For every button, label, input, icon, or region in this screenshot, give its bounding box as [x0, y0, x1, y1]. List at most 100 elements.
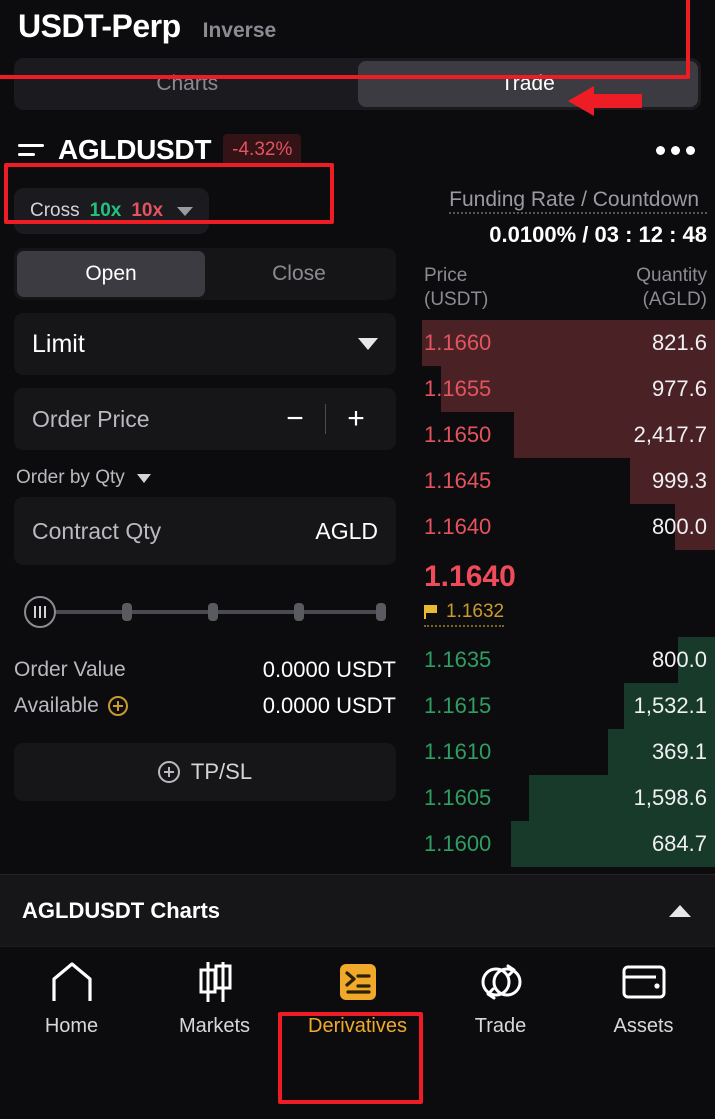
price-stepper: − +	[273, 404, 378, 434]
leverage-short-label: 10x	[131, 200, 164, 221]
bid-row[interactable]: 1.1605 1,598.6	[410, 774, 715, 821]
flag-icon	[424, 604, 439, 619]
order-value-amount: 0.0000 USDT	[262, 657, 396, 682]
charts-collapse-bar[interactable]: AGLDUSDT Charts	[0, 874, 715, 946]
contract-qty-field[interactable]: Contract Qty AGLD	[14, 497, 396, 565]
swap-icon	[478, 959, 524, 1005]
available-row: Available 0.0000 USDT	[14, 693, 396, 719]
last-price: 1.1640	[424, 559, 516, 593]
symbol-name[interactable]: AGLDUSDT	[58, 134, 211, 166]
page-title: USDT-Perp	[18, 8, 181, 44]
left-pointing-arrow	[568, 84, 642, 118]
order-quantity: 369.1	[651, 738, 707, 764]
order-price: 1.1600	[424, 830, 492, 856]
ask-row[interactable]: 1.1640 800.0	[410, 503, 715, 550]
nav-item-home[interactable]: Home	[0, 947, 143, 1049]
order-quantity: 999.3	[651, 467, 707, 493]
contract-type-label[interactable]: Inverse	[203, 19, 277, 43]
order-price: 1.1660	[424, 329, 492, 355]
order-type-select[interactable]: Limit	[14, 313, 396, 375]
orderbook-column-headers: Price (USDT) Quantity (AGLD)	[410, 248, 715, 312]
mark-price: 1.1632	[446, 600, 505, 622]
list-icon[interactable]	[18, 140, 46, 160]
price-decrement-button[interactable]: −	[273, 404, 317, 434]
tpsl-label: TP/SL	[190, 759, 253, 784]
tab-close[interactable]: Close	[205, 251, 393, 297]
order-quantity: 821.6	[651, 329, 707, 355]
quantity-header-unit: (AGLD)	[642, 288, 707, 310]
available-amount: 0.0000 USDT	[262, 693, 396, 718]
available-text: Available	[14, 694, 99, 717]
nav-item-trade[interactable]: Trade	[429, 947, 572, 1049]
price-change-badge: -4.32%	[223, 134, 302, 166]
order-quantity: 2,417.7	[633, 421, 707, 447]
order-value-label: Order Value	[14, 658, 126, 681]
nav-item-derivatives[interactable]: Derivatives	[286, 947, 429, 1049]
symbol-bar: AGLDUSDT -4.32%	[0, 120, 715, 180]
slider-tick-25[interactable]	[122, 603, 132, 621]
chevron-up-icon[interactable]	[669, 904, 691, 917]
tab-open[interactable]: Open	[17, 251, 205, 297]
leverage-long-label: 10x	[89, 200, 122, 221]
candlestick-icon	[192, 959, 238, 1005]
order-price-field[interactable]: Order Price − +	[14, 388, 396, 450]
available-label: Available	[14, 694, 128, 718]
order-by-label: Order by Qty	[16, 467, 125, 488]
ask-row[interactable]: 1.1655 977.6	[410, 365, 715, 412]
slider-handle[interactable]	[24, 596, 56, 628]
order-by-selector[interactable]: Order by Qty	[14, 467, 396, 489]
funding-rate-header[interactable]: Funding Rate / Countdown	[410, 188, 715, 214]
order-quantity: 684.7	[651, 830, 707, 856]
order-price: 1.1635	[424, 646, 492, 672]
ask-rows: 1.1660 821.6 1.1655 977.6 1.1650 2,417.7 1.164…	[410, 319, 715, 550]
margin-mode-label: Cross	[30, 200, 80, 221]
tpsl-button[interactable]: TP/SL	[14, 743, 396, 801]
wallet-icon	[620, 959, 668, 1005]
tab-charts[interactable]: Charts	[17, 61, 358, 107]
order-quantity: 800.0	[651, 513, 707, 539]
chevron-down-icon	[136, 473, 151, 483]
nav-item-markets[interactable]: Markets	[143, 947, 286, 1049]
order-price: 1.1610	[424, 738, 492, 764]
price-header-text: Price	[424, 265, 468, 286]
plus-circle-icon	[157, 761, 180, 783]
contract-qty-placeholder: Contract Qty	[32, 517, 162, 544]
order-quantity: 1,532.1	[633, 692, 707, 718]
mark-price-row[interactable]: 1.1632	[424, 600, 505, 627]
bid-row[interactable]: 1.1610 369.1	[410, 728, 715, 775]
slider-tick-100[interactable]	[376, 603, 386, 621]
bid-row[interactable]: 1.1600 684.7	[410, 820, 715, 867]
trading-screen: USDT-Perp Inverse Charts Trade AGLDUSDT …	[0, 0, 715, 1119]
order-type-value: Limit	[32, 329, 85, 358]
add-funds-icon[interactable]	[107, 696, 128, 716]
more-options-icon[interactable]	[656, 145, 695, 155]
bid-row[interactable]: 1.1635 800.0	[410, 636, 715, 683]
ask-row[interactable]: 1.1650 2,417.7	[410, 411, 715, 458]
order-price: 1.1640	[424, 513, 492, 539]
quantity-slider[interactable]	[14, 589, 396, 635]
price-increment-button[interactable]: +	[334, 404, 378, 434]
order-price-placeholder: Order Price	[32, 405, 150, 432]
nav-item-assets[interactable]: Assets	[572, 947, 715, 1049]
order-quantity: 1,598.6	[633, 784, 707, 810]
order-quantity: 977.6	[651, 375, 707, 401]
ask-row[interactable]: 1.1645 999.3	[410, 457, 715, 504]
slider-tick-75[interactable]	[294, 603, 304, 621]
funding-rate-label: Funding Rate / Countdown	[449, 188, 707, 214]
margin-leverage-selector[interactable]: Cross 10x 10x	[14, 188, 210, 234]
price-header-unit: (USDT)	[424, 288, 489, 310]
ask-row[interactable]: 1.1660 821.6	[410, 319, 715, 366]
quantity-column-header: Quantity (AGLD)	[636, 264, 707, 312]
charts-bar-label: AGLDUSDT Charts	[22, 897, 221, 923]
last-price-block: 1.1640 1.1632	[410, 550, 715, 629]
nav-label-derivatives: Derivatives	[308, 1014, 407, 1037]
order-form-panel: Cross 10x 10x Open Close Limit Order Pri…	[0, 180, 410, 874]
slider-tick-50[interactable]	[208, 603, 218, 621]
nav-label-markets: Markets	[178, 1014, 251, 1037]
funding-rate-value: 0.0100% / 03 : 12 : 48	[489, 222, 707, 247]
nav-label-trade: Trade	[474, 1014, 527, 1037]
bid-row[interactable]: 1.1615 1,532.1	[410, 682, 715, 729]
qty-unit-label: AGLD	[315, 517, 378, 544]
tab-trade[interactable]: Trade	[357, 61, 698, 107]
price-column-header: Price (USDT)	[424, 264, 488, 312]
